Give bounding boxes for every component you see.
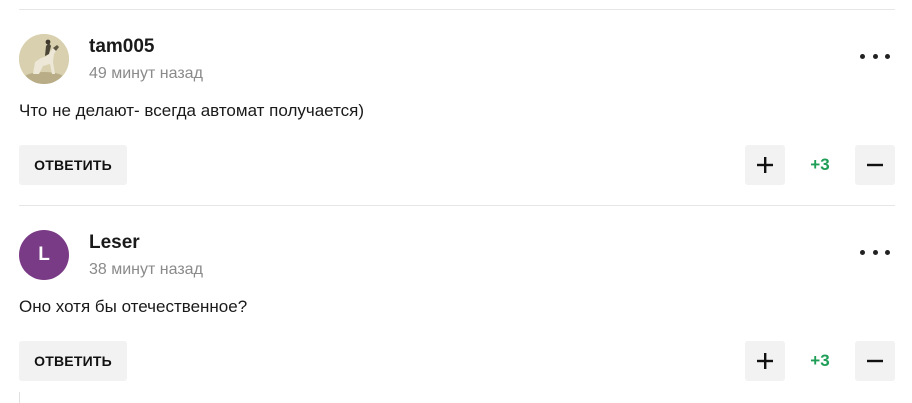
comment-time: 49 минут назад [89, 65, 203, 82]
horse-rider-photo-icon [19, 34, 69, 84]
comment-author[interactable]: tam005 [89, 36, 155, 58]
plus-icon [757, 157, 773, 173]
more-options-button[interactable] [860, 46, 890, 66]
vote-score: +3 [810, 351, 830, 370]
comment-author[interactable]: Leser [89, 232, 140, 254]
upvote-button[interactable] [745, 341, 785, 381]
comment-text: Что не делают- всегда автомат получается… [19, 101, 365, 120]
more-dots-icon [872, 249, 878, 255]
comment-item: tam005 49 минут назад Что не делают- все… [0, 10, 912, 206]
reply-button[interactable]: Ответить [19, 341, 127, 381]
reply-button[interactable]: Ответить [19, 145, 127, 185]
more-dots-icon [860, 249, 865, 255]
minus-icon [867, 359, 883, 363]
avatar[interactable] [19, 34, 69, 84]
more-dots-icon [885, 249, 890, 255]
vote-score: +3 [810, 155, 830, 174]
comment-item: L Leser 38 минут назад Оно хотя бы отече… [0, 206, 912, 402]
upvote-button[interactable] [745, 145, 785, 185]
thread-line [19, 392, 20, 403]
comment-time: 38 минут назад [89, 261, 203, 278]
more-dots-icon [885, 53, 890, 59]
downvote-button[interactable] [855, 341, 895, 381]
avatar[interactable]: L [19, 230, 69, 280]
more-options-button[interactable] [860, 242, 890, 262]
minus-icon [867, 163, 883, 167]
more-dots-icon [860, 53, 865, 59]
avatar-letter: L [38, 244, 50, 265]
comment-text: Оно хотя бы отечественное? [19, 297, 248, 316]
plus-icon [757, 353, 773, 369]
downvote-button[interactable] [855, 145, 895, 185]
more-dots-icon [872, 53, 878, 59]
